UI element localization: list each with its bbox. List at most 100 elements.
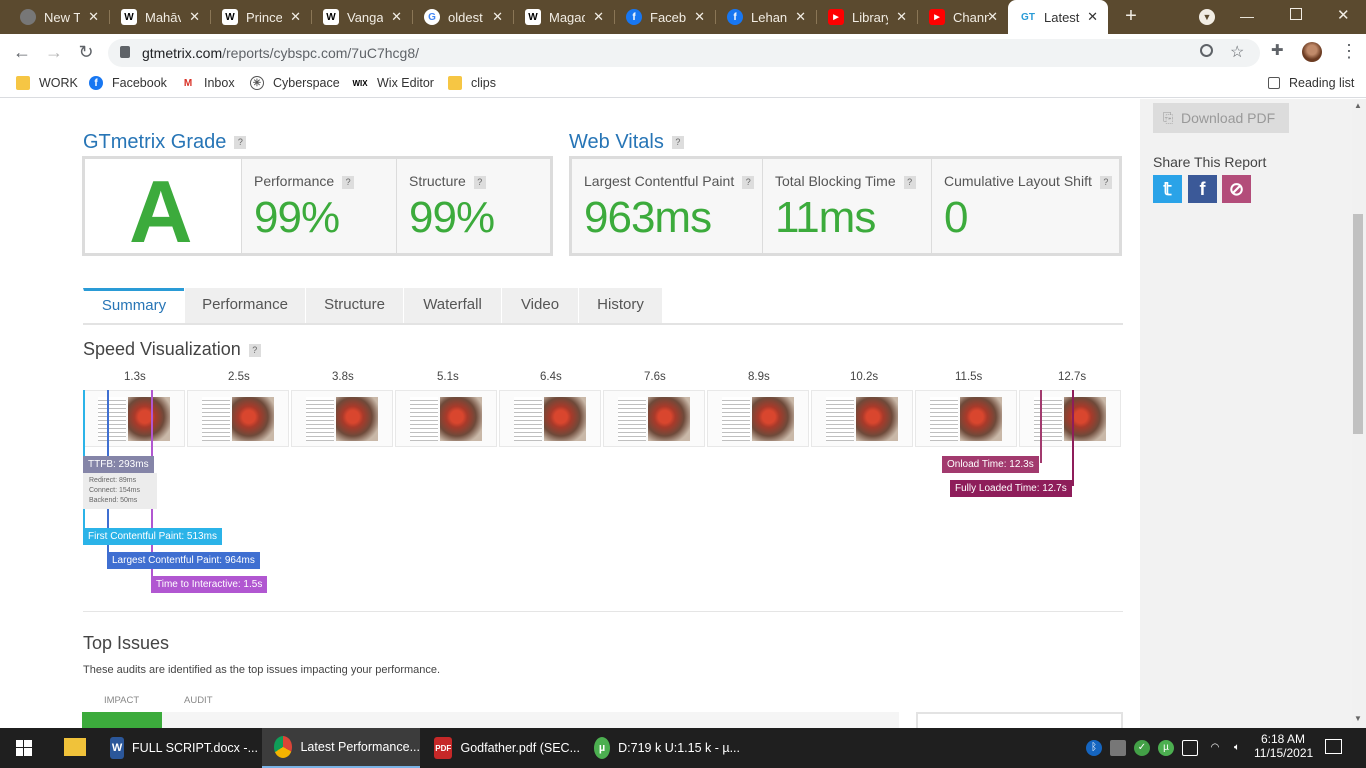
minimize-button[interactable]: —	[1240, 8, 1254, 24]
filmstrip-frame[interactable]	[395, 390, 497, 447]
shield-icon[interactable]: ✓	[1134, 740, 1150, 756]
reading-list-button[interactable]: Reading list	[1268, 76, 1354, 90]
back-arrow-icon[interactable]: ←	[10, 40, 34, 64]
close-icon[interactable]: ✕	[795, 9, 806, 25]
filmstrip-frame[interactable]	[811, 390, 913, 447]
filmstrip-frame[interactable]	[915, 390, 1017, 447]
utorrent-tray-icon[interactable]: µ	[1158, 740, 1174, 756]
close-icon[interactable]: ✕	[391, 9, 402, 25]
close-icon[interactable]: ✕	[492, 9, 503, 25]
browser-tab[interactable]: W Mahāv ✕	[109, 0, 210, 34]
close-icon[interactable]: ✕	[694, 9, 705, 25]
extensions-icon[interactable]: ✚	[1271, 43, 1287, 59]
reload-icon[interactable]: ↻	[74, 40, 98, 64]
battery-icon[interactable]	[1182, 740, 1198, 756]
avatar[interactable]	[1302, 42, 1322, 62]
bookmark-item[interactable]: WIX Wix Editor	[352, 76, 434, 90]
help-icon[interactable]: ?	[1099, 175, 1112, 189]
close-window-button[interactable]: ✕	[1337, 6, 1350, 24]
forward-arrow-icon[interactable]: →	[42, 40, 66, 64]
tab-waterfall[interactable]: Waterfall	[403, 288, 501, 323]
windows-start-icon[interactable]	[16, 740, 32, 756]
help-icon[interactable]: ?	[342, 175, 355, 189]
grade-badge: A	[85, 159, 241, 261]
filmstrip-frame[interactable]	[83, 390, 185, 447]
taskbar-item[interactable]: W FULL SCRIPT.docx -...	[102, 728, 258, 768]
help-icon[interactable]: ?	[473, 175, 486, 189]
bookmark-item[interactable]: f Facebook	[89, 76, 167, 90]
close-icon[interactable]: ✕	[987, 9, 998, 25]
help-icon[interactable]: ?	[742, 175, 755, 189]
tab-performance[interactable]: Performance	[184, 288, 305, 323]
twitter-icon[interactable]: 𝕥	[1153, 175, 1182, 203]
timeline-tick: 2.5s	[228, 371, 250, 383]
tab-video[interactable]: Video	[501, 288, 578, 323]
scroll-down-arrow[interactable]: ▼	[1354, 714, 1362, 723]
taskbar-item[interactable]: PDF Godfather.pdf (SEC...	[424, 728, 580, 768]
bluetooth-icon[interactable]: ᛒ	[1086, 740, 1102, 756]
close-icon[interactable]: ✕	[189, 9, 200, 25]
bookmark-item[interactable]: ✳ Cyberspace	[250, 76, 340, 90]
help-icon[interactable]: ?	[234, 136, 247, 150]
taskbar-item-active[interactable]: Latest Performance...	[262, 728, 420, 768]
scroll-up-arrow[interactable]: ▲	[1354, 101, 1362, 110]
tab-search-icon[interactable]: ▼	[1199, 9, 1215, 25]
link-icon[interactable]: ⊘	[1222, 175, 1251, 203]
browser-tab[interactable]: W Prince ✕	[210, 0, 311, 34]
bookmark-star-icon[interactable]: ☆	[1230, 42, 1244, 62]
help-icon[interactable]: ?	[671, 136, 684, 150]
restore-button[interactable]	[1290, 8, 1302, 20]
volume-icon[interactable]: 🔈︎	[1229, 740, 1245, 756]
file-explorer-icon[interactable]	[64, 738, 86, 756]
filmstrip-frame[interactable]	[291, 390, 393, 447]
filmstrip-frame[interactable]	[1019, 390, 1121, 447]
browser-tab[interactable]: New Ta ✕	[8, 0, 109, 34]
download-pdf-button[interactable]: ⎘ Download PDF	[1153, 103, 1289, 133]
help-icon[interactable]: ?	[903, 175, 916, 189]
close-icon[interactable]: ✕	[896, 9, 907, 25]
browser-tab[interactable]: W Magad ✕	[513, 0, 614, 34]
close-icon[interactable]: ✕	[88, 9, 99, 25]
notification-icon[interactable]	[1325, 739, 1342, 754]
close-icon[interactable]: ✕	[290, 9, 301, 25]
table-row[interactable]	[82, 712, 899, 728]
browser-tab[interactable]: f Lehan ✕	[715, 0, 816, 34]
filmstrip-frame[interactable]	[707, 390, 809, 447]
browser-tab-label: Latest	[1044, 9, 1080, 25]
bookmark-item[interactable]: M Inbox	[181, 76, 235, 90]
browser-tab[interactable]: G oldest ✕	[412, 0, 513, 34]
reading-list-icon	[1268, 77, 1280, 89]
browser-tab-label: Prince	[246, 9, 282, 25]
taskbar-item[interactable]: µ D:719 k U:1.15 k - µ...	[584, 728, 740, 768]
address-bar[interactable]: gtmetrix.com/reports/cybspc.com/7uC7hcg8…	[108, 39, 1260, 67]
tbt-value: 11ms	[775, 193, 876, 242]
browser-tab[interactable]: W Vanga ✕	[311, 0, 412, 34]
menu-icon[interactable]: ⋮	[1340, 40, 1358, 62]
bookmark-item[interactable]: clips	[448, 76, 496, 90]
scrollbar-thumb[interactable]	[1353, 214, 1363, 434]
browser-tab-label: Lehan	[751, 9, 787, 25]
browser-tab-label: Facebo	[650, 9, 686, 25]
bookmark-item[interactable]: WORK	[16, 76, 78, 90]
browser-tab[interactable]: ▶ Chann ✕	[917, 0, 1008, 34]
clock[interactable]: 6:18 AM 11/15/2021	[1254, 732, 1313, 760]
divider	[83, 611, 1123, 612]
browser-tab[interactable]: f Facebo ✕	[614, 0, 715, 34]
help-icon[interactable]: ?	[248, 343, 261, 357]
close-icon[interactable]: ✕	[593, 9, 604, 25]
browser-tab-active[interactable]: GT Latest ✕	[1008, 0, 1108, 34]
browser-tab[interactable]: ▶ Library ✕	[816, 0, 917, 34]
filmstrip-frame[interactable]	[187, 390, 289, 447]
wifi-icon[interactable]: ◠	[1207, 740, 1223, 756]
tab-summary[interactable]: Summary	[83, 288, 184, 323]
new-tab-button[interactable]: +	[1120, 5, 1142, 27]
filmstrip-frame[interactable]	[499, 390, 601, 447]
lock-icon[interactable]	[120, 46, 130, 58]
filmstrip-frame[interactable]	[603, 390, 705, 447]
tab-structure[interactable]: Structure	[305, 288, 403, 323]
zoom-icon[interactable]	[1200, 44, 1213, 57]
close-icon[interactable]: ✕	[1087, 9, 1098, 25]
facebook-share-icon[interactable]: f	[1188, 175, 1217, 203]
display-icon[interactable]	[1110, 740, 1126, 756]
tab-history[interactable]: History	[578, 288, 662, 323]
